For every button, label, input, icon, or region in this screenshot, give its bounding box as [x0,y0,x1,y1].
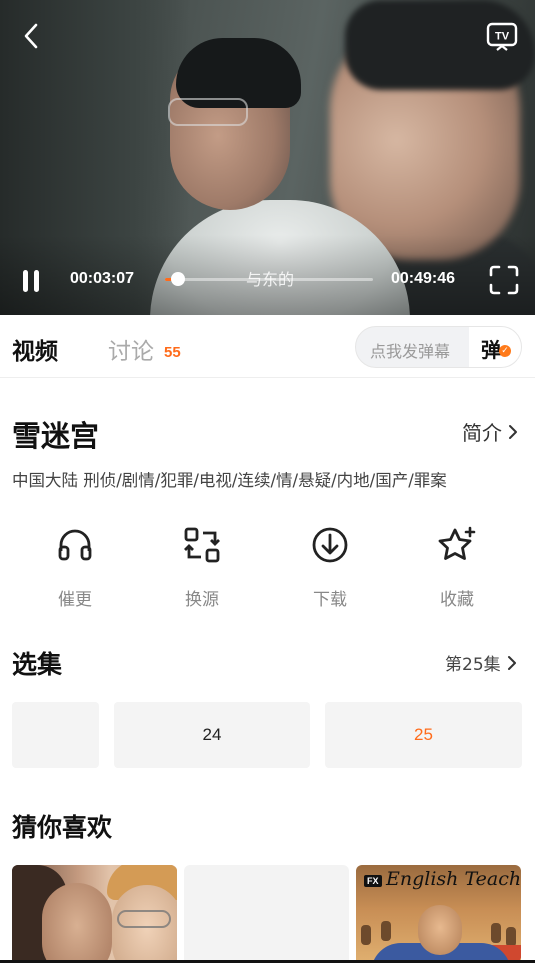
pause-icon-bar-left [23,270,28,292]
pause-icon-bar-right [34,270,39,292]
episode-item[interactable]: 24 [114,702,310,768]
fullscreen-icon [489,265,519,295]
intro-label: 简介 [462,421,502,445]
poster-art [42,883,112,963]
poster-art [361,925,371,945]
switch-source-icon [184,527,220,563]
chevron-right-icon [509,424,517,439]
recommend-card[interactable] [184,865,349,963]
poster-art [506,927,516,947]
content-tabbar: 视频 讨论 55 点我发弹幕 弹 ✓ [0,315,535,378]
episode-item-active[interactable]: 25 [325,702,522,768]
action-favorite[interactable]: 收藏 [417,525,497,610]
cast-tv-button[interactable]: TV [486,20,518,52]
action-label: 催更 [58,590,92,610]
download-icon [312,527,348,563]
recommend-card[interactable] [12,865,177,963]
show-tags: 中国大陆 刑侦/剧情/犯罪/电视/连续/情/悬疑/内地/国产/罪案 [12,471,447,490]
video-player[interactable]: TV 00:03:07 与东的 00:49:46 [0,0,535,315]
poster-art [381,921,391,941]
current-episode-label: 第25集 [445,655,501,675]
poster-art [117,910,171,928]
video-frame-glasses [168,98,248,126]
action-switch-source[interactable]: 换源 [162,525,242,610]
back-button[interactable] [16,20,48,52]
recommend-card[interactable]: FX English Teacher [356,865,521,963]
danmu-placeholder: 点我发弹幕 [370,342,451,361]
tv-cast-icon: TV [486,22,518,51]
tab-discussion[interactable]: 讨论 [108,332,154,366]
danmu-toggle-label: 弹 [481,338,501,362]
poster-art [491,923,501,943]
current-time: 00:03:07 [70,270,135,287]
discussion-count-badge: 55 [164,344,181,361]
action-urge-update[interactable]: 催更 [35,525,115,610]
video-subtitle: 与东的 [245,270,294,289]
episode-item[interactable] [12,702,99,768]
fullscreen-button[interactable] [488,264,520,296]
check-icon: ✓ [499,345,511,357]
action-label: 收藏 [440,590,474,610]
action-download[interactable]: 下载 [290,525,370,610]
seek-bar-handle[interactable] [171,272,186,286]
action-label: 换源 [185,590,219,610]
pause-button[interactable] [16,266,46,296]
chevron-left-icon [24,23,38,49]
svg-text:TV: TV [495,31,510,43]
action-label: 下载 [313,590,347,610]
recommend-section-title: 猜你喜欢 [12,813,113,842]
episodes-section-title: 选集 [12,650,63,679]
poster-network-badge: FX [364,875,382,887]
total-duration: 00:49:46 [391,270,456,287]
poster-art [418,905,462,955]
tab-video[interactable]: 视频 [12,332,58,366]
episodes-more-button[interactable]: 第25集 [445,650,517,675]
danmu-input[interactable]: 点我发弹幕 弹 ✓ [355,326,522,368]
star-icon [438,526,476,560]
danmu-toggle-button[interactable]: 弹 ✓ [469,327,521,367]
chevron-right-icon [507,655,516,670]
show-title: 雪迷宫 [12,419,100,453]
intro-button[interactable]: 简介 [462,417,518,446]
headphones-icon [58,529,92,561]
poster-title: English Teacher [386,868,521,890]
